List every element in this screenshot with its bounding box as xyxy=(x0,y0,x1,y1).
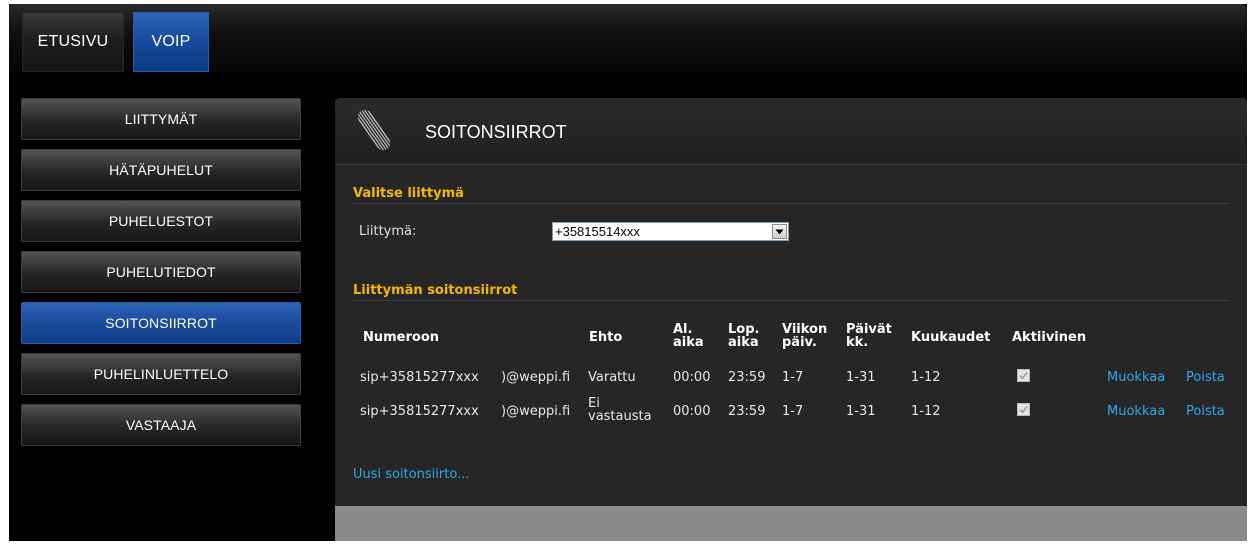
col-header-line: aika xyxy=(728,335,759,350)
row-2-number: sip+35815277xxx xyxy=(360,404,479,419)
liittyma-select[interactable]: +35815514xxx xyxy=(552,222,789,241)
row-1-start: 00:00 xyxy=(673,370,711,385)
check-icon xyxy=(1019,406,1028,414)
row-2-active-checkbox[interactable] xyxy=(1017,403,1030,416)
row-2-condition: Ei vastausta xyxy=(588,397,652,423)
sidebar-item-soitonsiirrot[interactable]: SOITONSIIRROT xyxy=(21,302,301,344)
col-header-line: kk. xyxy=(846,335,869,350)
sidebar-item-puhelinluettelo[interactable]: PUHELINLUETTELO xyxy=(21,353,301,395)
row-2-end: 23:59 xyxy=(728,404,766,419)
content-panel: SOITONSIIRROT Valitse liittymä Liittymä:… xyxy=(335,98,1247,541)
liittyma-label: Liittymä: xyxy=(359,224,417,239)
check-icon xyxy=(1019,372,1028,380)
row-2-delete-link[interactable]: Poista xyxy=(1186,404,1225,419)
row-2-months: 1-12 xyxy=(911,404,941,419)
col-header-lop-aika: Lop. aika xyxy=(728,323,759,349)
row-1-edit-link[interactable]: Muokkaa xyxy=(1107,370,1165,385)
row-1-condition: Varattu xyxy=(588,370,636,385)
col-header-viikonpaivat: Viikon päiv. xyxy=(782,323,827,349)
divider xyxy=(353,300,1229,301)
col-header-kuukaudet: Kuukaudet xyxy=(911,330,991,345)
new-forward-link[interactable]: Uusi soitonsiirto... xyxy=(353,467,469,482)
section-title-select: Valitse liittymä xyxy=(353,186,464,201)
panel-footer-bar xyxy=(335,506,1247,541)
sidebar-item-hatapuhelut[interactable]: HÄTÄPUHELUT xyxy=(21,149,301,191)
panel-header: SOITONSIIRROT xyxy=(335,98,1247,165)
row-2-days: 1-31 xyxy=(846,404,876,419)
col-header-ehto: Ehto xyxy=(589,330,623,345)
divider xyxy=(353,203,1229,204)
section-title-forwards: Liittymän soitonsiirrot xyxy=(353,283,518,298)
app-frame: ETUSIVU VOIP LIITTYMÄT HÄTÄPUHELUT PUHEL… xyxy=(9,4,1247,541)
row-1-active-checkbox[interactable] xyxy=(1017,369,1030,382)
top-nav-bar: ETUSIVU VOIP xyxy=(9,4,1247,72)
col-header-al-aika: Al. aika xyxy=(673,323,704,349)
row-2-weekdays: 1-7 xyxy=(782,404,804,419)
row-1-days: 1-31 xyxy=(846,370,876,385)
row-1-delete-link[interactable]: Poista xyxy=(1186,370,1225,385)
col-header-paivat-kk: Päivät kk. xyxy=(846,323,892,349)
row-1-months: 1-12 xyxy=(911,370,941,385)
chevron-down-icon[interactable] xyxy=(772,224,787,239)
row-2-edit-link[interactable]: Muokkaa xyxy=(1107,404,1165,419)
row-2-condition-line: vastausta xyxy=(588,409,652,424)
sidebar-item-vastaaja[interactable]: VASTAAJA xyxy=(21,404,301,446)
row-2-start: 00:00 xyxy=(673,404,711,419)
col-header-numeroon: Numeroon xyxy=(363,330,440,345)
col-header-line: aika xyxy=(673,335,704,350)
row-1-weekdays: 1-7 xyxy=(782,370,804,385)
sidebar-item-puhelutiedot[interactable]: PUHELUTIEDOT xyxy=(21,251,301,293)
page-title: SOITONSIIRROT xyxy=(425,122,567,142)
row-1-end: 23:59 xyxy=(728,370,766,385)
row-2-number-domain: )@weppi.fi xyxy=(501,404,571,419)
col-header-aktiivinen: Aktiivinen xyxy=(1012,330,1087,345)
sidebar-item-puheluestot[interactable]: PUHELUESTOT xyxy=(21,200,301,242)
nav-tab-etusivu[interactable]: ETUSIVU xyxy=(22,12,124,72)
col-header-line: päiv. xyxy=(782,335,817,350)
sidebar-item-liittymat[interactable]: LIITTYMÄT xyxy=(21,98,301,140)
row-1-number-domain: )@weppi.fi xyxy=(501,370,571,385)
row-1-number: sip+35815277xxx xyxy=(360,370,479,385)
nav-tab-voip[interactable]: VOIP xyxy=(133,12,209,72)
stripes-logo-icon xyxy=(356,109,392,151)
liittyma-select-value: +35815514xxx xyxy=(555,224,640,239)
